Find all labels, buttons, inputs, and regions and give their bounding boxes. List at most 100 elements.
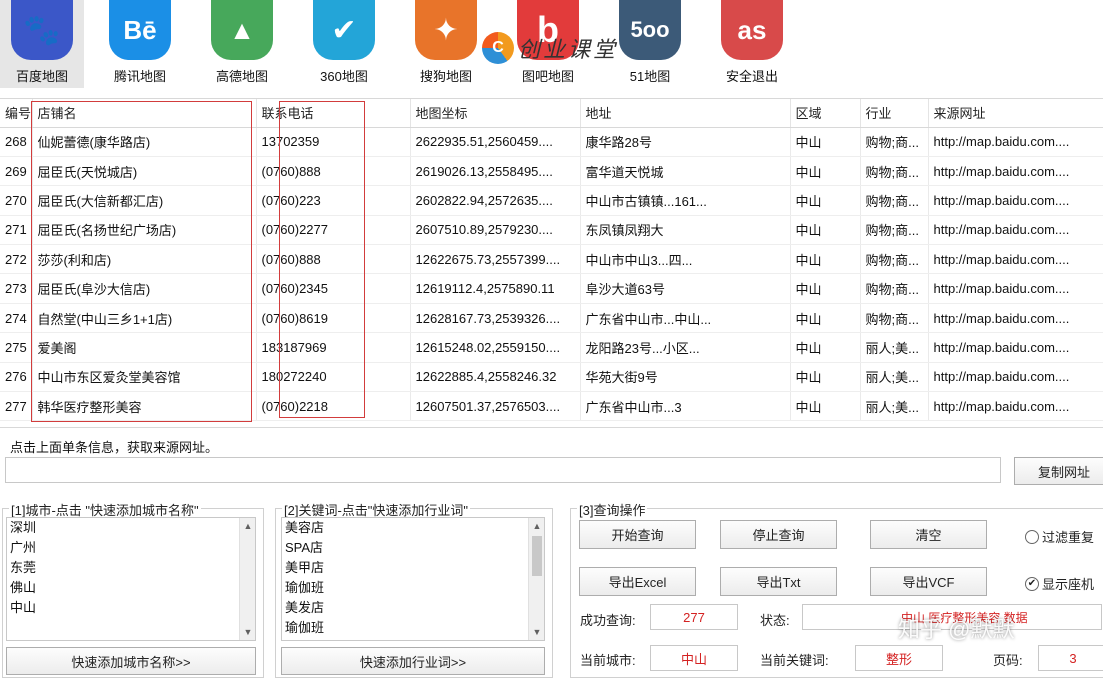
list-item[interactable]: 广州 bbox=[7, 538, 255, 558]
table-row[interactable]: 270 屈臣氏(大信新都汇店) (0760)223 2602822.94,257263… bbox=[0, 185, 1103, 216]
cell-address: 阜沙大道63号 bbox=[580, 273, 791, 304]
keyword-list-scrollbar[interactable]: ▲ ▼ bbox=[528, 518, 544, 640]
table-row[interactable]: 276 中山市东区爱灸堂美容馆 180272240 12622885.4,255824… bbox=[0, 362, 1103, 393]
scroll-thumb[interactable] bbox=[532, 536, 542, 576]
gaode-map-icon: ▲ bbox=[211, 0, 273, 60]
list-item[interactable]: 美甲店 bbox=[282, 558, 544, 578]
export-txt-button[interactable]: 导出Txt bbox=[720, 567, 837, 596]
cell-address: 东凤镇凤翔大 bbox=[580, 215, 791, 246]
table-header: 编号 店铺名 联系电话 地图坐标 地址 区域 行业 来源网址 bbox=[0, 99, 1103, 128]
col-header-id[interactable]: 编号 bbox=[0, 99, 33, 128]
cell-industry: 丽人;美... bbox=[860, 362, 929, 393]
cell-id: 273 bbox=[0, 273, 33, 304]
table-row[interactable]: 272 莎莎(利和店) (0760)888 12622675.73,2557399..… bbox=[0, 244, 1103, 275]
keyword-list[interactable]: 美容店 SPA店 美甲店 瑜伽班 美发店 瑜伽班 ▲ ▼ bbox=[281, 517, 545, 641]
cell-industry: 购物;商... bbox=[860, 185, 929, 216]
scroll-down-icon[interactable]: ▼ bbox=[529, 624, 544, 640]
col-header-coords[interactable]: 地图坐标 bbox=[410, 99, 581, 128]
tool-label: 安全退出 bbox=[725, 69, 778, 84]
table-row[interactable]: 273 屈臣氏(阜沙大信店) (0760)2345 12619112.4,257589… bbox=[0, 273, 1103, 304]
cell-region: 中山 bbox=[790, 391, 861, 422]
list-item[interactable]: 美容店 bbox=[282, 518, 544, 538]
list-item[interactable]: 美发店 bbox=[282, 598, 544, 618]
table-row[interactable]: 269 屈臣氏(天悦城店) (0760)888 2619026.13,2558495.… bbox=[0, 156, 1103, 187]
col-header-industry[interactable]: 行业 bbox=[860, 99, 929, 128]
cell-source-url: http://map.baidu.com.... bbox=[928, 244, 1103, 275]
cell-source-url: http://map.baidu.com.... bbox=[928, 215, 1103, 246]
col-header-address[interactable]: 地址 bbox=[580, 99, 791, 128]
cell-industry: 丽人;美... bbox=[860, 332, 929, 363]
copy-url-button[interactable]: 复制网址 bbox=[1014, 457, 1103, 485]
cell-phone: (0760)2345 bbox=[256, 273, 411, 304]
cell-store-name: 仙妮蕾德(康华路店) bbox=[32, 127, 257, 157]
tool-sogou-map[interactable]: ✦ 搜狗地图 bbox=[404, 0, 488, 88]
brand-text: 创业课堂 bbox=[518, 38, 619, 63]
list-item[interactable]: 佛山 bbox=[7, 578, 255, 598]
tool-baidu-map[interactable]: 🐾 百度地图 bbox=[0, 0, 84, 88]
clear-button[interactable]: 清空 bbox=[870, 520, 987, 549]
tool-label: 百度地图 bbox=[15, 69, 68, 84]
table-row[interactable]: 277 韩华医疗整形美容 (0760)2218 12607501.37,2576503… bbox=[0, 391, 1103, 422]
start-query-button[interactable]: 开始查询 bbox=[579, 520, 696, 549]
cell-source-url: http://map.baidu.com.... bbox=[928, 332, 1103, 363]
baidu-paw-icon: 🐾 bbox=[11, 0, 73, 60]
cell-id: 270 bbox=[0, 185, 33, 216]
table-row[interactable]: 275 爱美阁 183187969 12615248.02,2559150.... 龙阳… bbox=[0, 332, 1103, 363]
cell-address: 康华路28号 bbox=[580, 127, 791, 157]
current-keyword-value: 整形 bbox=[855, 645, 943, 671]
export-vcf-button[interactable]: 导出VCF bbox=[870, 567, 987, 596]
col-header-region[interactable]: 区域 bbox=[790, 99, 861, 128]
tool-360-map[interactable]: ✔ 360地图 bbox=[302, 0, 386, 88]
city-list-scrollbar[interactable]: ▲ ▼ bbox=[239, 518, 255, 640]
cell-phone: (0760)8619 bbox=[256, 303, 411, 334]
col-header-phone[interactable]: 联系电话 bbox=[256, 99, 411, 128]
list-item[interactable]: SPA店 bbox=[282, 538, 544, 558]
quick-add-city-button[interactable]: 快速添加城市名称>> bbox=[6, 647, 256, 675]
cell-coords: 12619112.4,2575890.11 bbox=[410, 273, 581, 304]
scroll-up-icon[interactable]: ▲ bbox=[529, 518, 544, 534]
tool-label: 51地图 bbox=[629, 69, 671, 84]
cell-industry: 购物;商... bbox=[860, 273, 929, 304]
city-panel: [1]城市-点击 "快速添加城市名称" 深圳 广州 东莞 佛山 中山 ▲ ▼ 快… bbox=[2, 500, 264, 678]
quick-add-keyword-button[interactable]: 快速添加行业词>> bbox=[281, 647, 545, 675]
query-panel-title: [3]查询操作 bbox=[577, 500, 648, 519]
table-row[interactable]: 268 仙妮蕾德(康华路店) 13702359 2622935.51,2560459.… bbox=[0, 127, 1103, 157]
list-item[interactable]: 东莞 bbox=[7, 558, 255, 578]
list-item[interactable]: 深圳 bbox=[7, 518, 255, 538]
source-url-field[interactable] bbox=[5, 457, 1001, 483]
show-landline-checkbox[interactable]: ✔ 显示座机 bbox=[1025, 574, 1094, 593]
exit-icon: as bbox=[721, 0, 783, 60]
cell-id: 274 bbox=[0, 303, 33, 334]
export-excel-button[interactable]: 导出Excel bbox=[579, 567, 696, 596]
cell-phone: (0760)2218 bbox=[256, 391, 411, 422]
cell-phone: (0760)2277 bbox=[256, 215, 411, 246]
cell-region: 中山 bbox=[790, 362, 861, 393]
scroll-down-icon[interactable]: ▼ bbox=[240, 624, 255, 640]
col-header-store-name[interactable]: 店铺名 bbox=[32, 99, 257, 128]
cell-coords: 12622885.4,2558246.32 bbox=[410, 362, 581, 393]
success-count-value: 277 bbox=[650, 604, 738, 630]
scroll-up-icon[interactable]: ▲ bbox=[240, 518, 255, 534]
tool-gaode-map[interactable]: ▲ 高德地图 bbox=[200, 0, 284, 88]
stop-query-button[interactable]: 停止查询 bbox=[720, 520, 837, 549]
cell-coords: 12628167.73,2539326.... bbox=[410, 303, 581, 334]
col-header-source-url[interactable]: 来源网址 bbox=[928, 99, 1103, 128]
filter-duplicates-radio[interactable]: 过滤重复 bbox=[1025, 527, 1094, 546]
cell-source-url: http://map.baidu.com.... bbox=[928, 303, 1103, 334]
tool-exit[interactable]: as 安全退出 bbox=[710, 0, 794, 88]
table-row[interactable]: 271 屈臣氏(名扬世纪广场店) (0760)2277 2607510.89,2579… bbox=[0, 215, 1103, 246]
tencent-map-icon: Bē bbox=[109, 0, 171, 60]
list-item[interactable]: 瑜伽班 bbox=[282, 618, 544, 638]
cell-phone: (0760)888 bbox=[256, 156, 411, 187]
list-item[interactable]: 中山 bbox=[7, 598, 255, 618]
cell-address: 华苑大街9号 bbox=[580, 362, 791, 393]
city-list[interactable]: 深圳 广州 东莞 佛山 中山 ▲ ▼ bbox=[6, 517, 256, 641]
cell-phone: (0760)223 bbox=[256, 185, 411, 216]
tool-tencent-map[interactable]: Bē 腾讯地图 bbox=[98, 0, 182, 88]
table-row[interactable]: 274 自然堂(中山三乡1+1店) (0760)8619 12628167.73,25… bbox=[0, 303, 1103, 334]
cell-store-name: 自然堂(中山三乡1+1店) bbox=[32, 303, 257, 334]
list-item[interactable]: 瑜伽班 bbox=[282, 578, 544, 598]
tool-51-map[interactable]: 5oo 51地图 bbox=[608, 0, 692, 88]
cell-id: 276 bbox=[0, 362, 33, 393]
cell-id: 271 bbox=[0, 215, 33, 246]
